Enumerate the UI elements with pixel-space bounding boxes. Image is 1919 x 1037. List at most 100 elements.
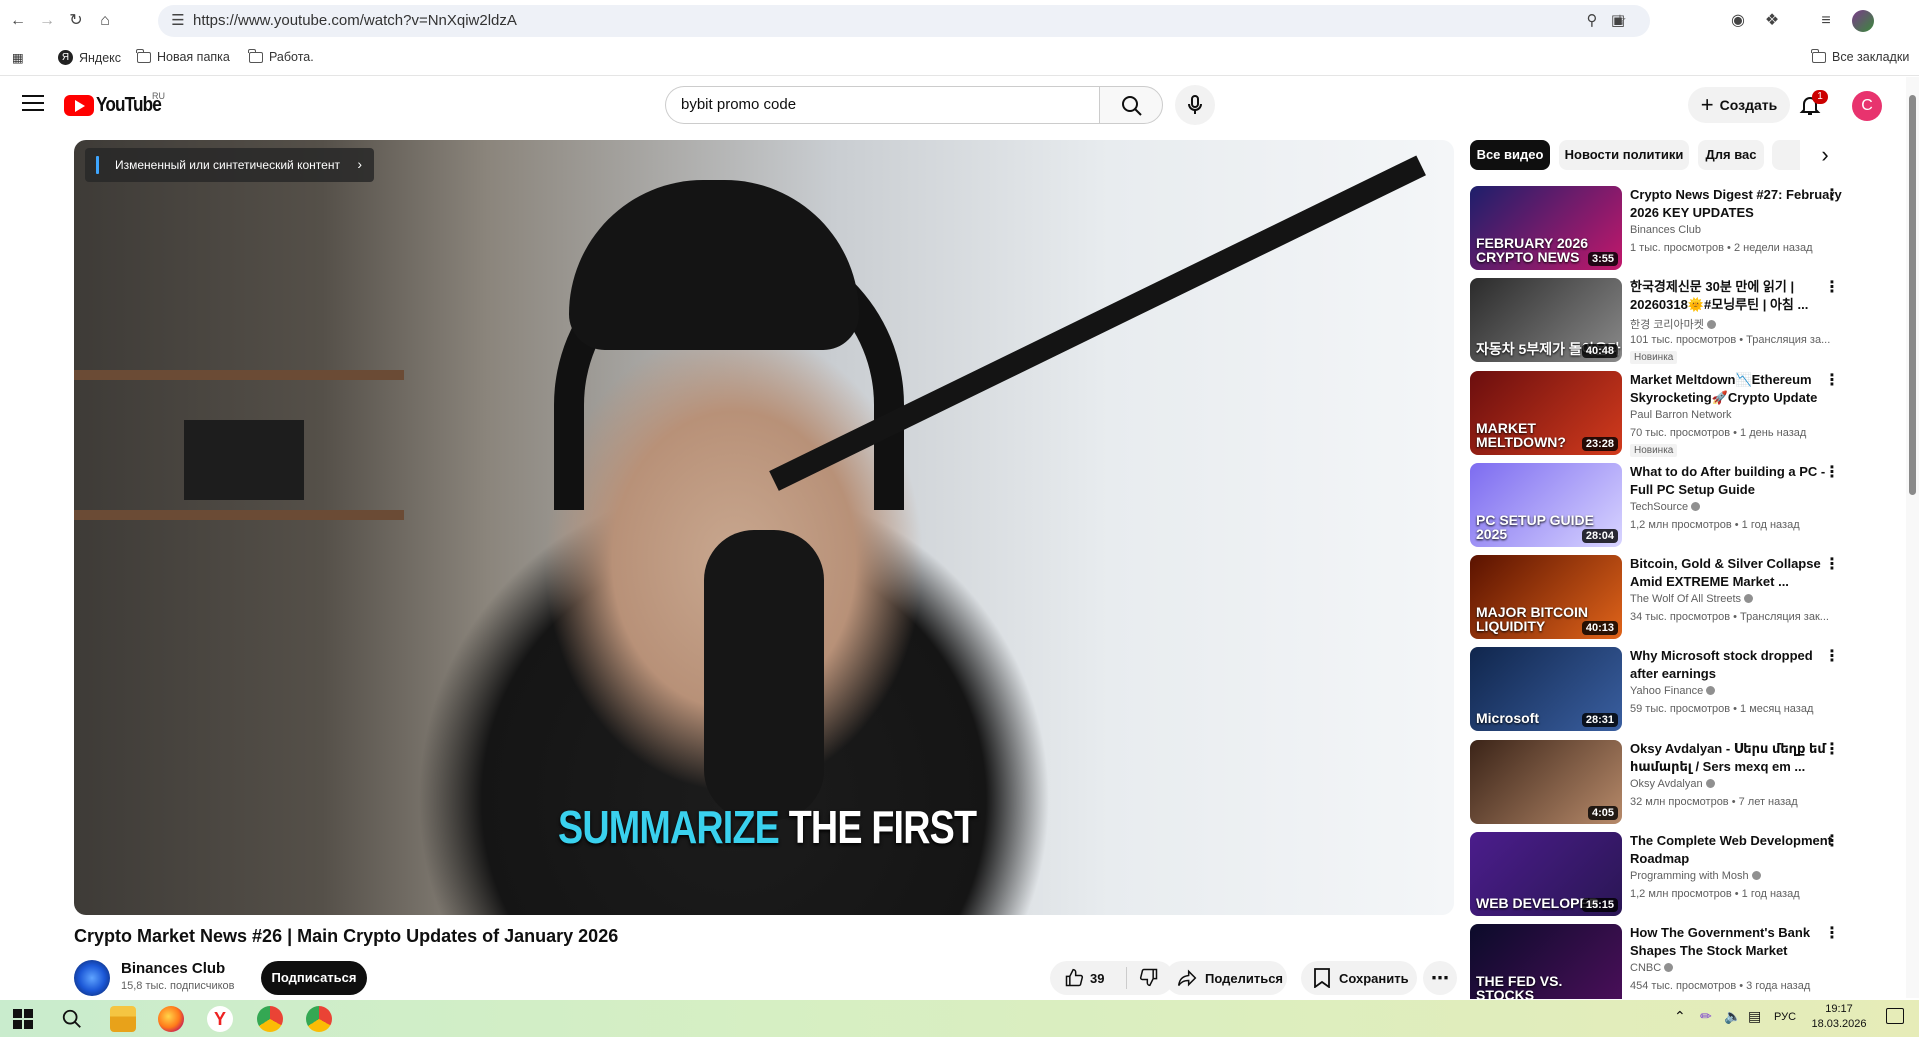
more-vert-icon[interactable]: ⋮ <box>1822 647 1842 667</box>
recommendation-card[interactable]: MAJOR BITCOIN LIQUIDITY 40:13 Bitcoin, Gol… <box>1470 555 1890 639</box>
address-bar[interactable]: ☰ https://www.youtube.com/watch?v=NnXqiw… <box>158 5 1650 37</box>
chip-all-videos[interactable]: Все видео <box>1470 140 1550 170</box>
dislike-button[interactable] <box>1127 967 1159 990</box>
video-thumbnail[interactable]: Microsoft 28:31 <box>1470 647 1622 731</box>
search-icon[interactable] <box>61 1008 83 1030</box>
bookmark-yandex[interactable]: Я Яндекс <box>58 50 121 65</box>
bookmark-star-icon[interactable]: ☆ <box>1610 11 1630 31</box>
card-title[interactable]: How The Government's Bank Shapes The Sto… <box>1630 924 1842 960</box>
synthetic-content-chip[interactable]: Измененный или синтетический контент › <box>85 148 374 182</box>
video-thumbnail[interactable]: WEB DEVELOPER 15:15 <box>1470 832 1622 916</box>
recommendation-card[interactable]: FEBRUARY 2026 CRYPTO NEWS 3:55 Crypto News… <box>1470 186 1890 270</box>
create-button[interactable]: + Создать <box>1688 87 1790 123</box>
card-title[interactable]: Crypto News Digest #27: February 2026 KE… <box>1630 186 1842 222</box>
video-thumbnail[interactable]: MAJOR BITCOIN LIQUIDITY 40:13 <box>1470 555 1622 639</box>
extensions-puzzle-icon[interactable]: ❖ <box>1761 10 1783 32</box>
search-button[interactable] <box>1099 86 1163 124</box>
search-value[interactable]: bybit promo code <box>681 96 796 113</box>
forward-icon[interactable]: → <box>35 9 59 33</box>
card-title[interactable]: Market Meltdown📉Ethereum Skyrocketing🚀Cr… <box>1630 371 1842 407</box>
page-scrollbar[interactable] <box>1906 77 1919 998</box>
card-channel[interactable]: Binances Club <box>1630 224 1701 236</box>
card-channel[interactable]: 한경 코리아마켓 <box>1630 316 1716 332</box>
channel-name[interactable]: Binances Club <box>121 960 225 977</box>
language-indicator[interactable]: РУС <box>1774 1011 1796 1023</box>
volume-icon[interactable]: 🔈 <box>1724 1008 1741 1025</box>
video-thumbnail[interactable]: MARKET MELTDOWN? 23:28 <box>1470 371 1622 455</box>
back-icon[interactable]: ← <box>6 9 30 33</box>
more-vert-icon[interactable]: ⋮ <box>1822 924 1842 944</box>
chip-politics-news[interactable]: Новости политики <box>1559 140 1689 170</box>
more-vert-icon[interactable]: ⋮ <box>1822 278 1842 298</box>
all-bookmarks[interactable]: Все закладки <box>1811 48 1909 64</box>
more-vert-icon[interactable]: ⋮ <box>1822 740 1842 760</box>
clock[interactable]: 19:17 18.03.2026 <box>1804 1003 1874 1030</box>
pen-icon[interactable]: ✏ <box>1700 1008 1712 1025</box>
tray-expand-icon[interactable]: ⌃ <box>1674 1008 1686 1025</box>
account-avatar[interactable]: C <box>1852 91 1882 121</box>
apps-grid-icon[interactable]: ▦ <box>12 50 24 65</box>
menu-icon[interactable] <box>22 95 44 113</box>
reload-icon[interactable]: ↻ <box>64 9 88 33</box>
recommendation-card[interactable]: THE FED VS. STOCKS How The Government's B… <box>1470 924 1890 999</box>
card-title[interactable]: Oksy Avdalyan - Սերս մեղք եմ համարել / S… <box>1630 740 1842 776</box>
video-thumbnail[interactable]: 자동차 5부제가 돌아온다 40:48 <box>1470 278 1622 362</box>
more-vert-icon[interactable]: ⋮ <box>1822 463 1842 483</box>
firefox-icon[interactable] <box>158 1006 184 1032</box>
like-button[interactable]: 39 <box>1050 968 1126 988</box>
card-title[interactable]: 한국경제신문 30분 만에 읽기 | 20260318🌞#모닝루틴 | 아침 .… <box>1630 278 1842 314</box>
card-title[interactable]: The Complete Web Development Roadmap <box>1630 832 1842 868</box>
home-icon[interactable]: ⌂ <box>93 9 117 33</box>
url-text[interactable]: https://www.youtube.com/watch?v=NnXqiw2l… <box>193 12 517 29</box>
video-thumbnail[interactable]: PC SETUP GUIDE 2025 28:04 <box>1470 463 1622 547</box>
video-thumbnail[interactable]: 4:05 <box>1470 740 1622 824</box>
video-thumbnail[interactable]: FEBRUARY 2026 CRYPTO NEWS 3:55 <box>1470 186 1622 270</box>
scrollbar-thumb[interactable] <box>1909 95 1916 495</box>
channel-avatar[interactable] <box>74 960 110 996</box>
card-title[interactable]: Bitcoin, Gold & Silver Collapse Amid EXT… <box>1630 555 1842 591</box>
file-explorer-icon[interactable] <box>110 1006 136 1032</box>
recommendation-card[interactable]: 자동차 5부제가 돌아온다 40:48 한국경제신문 30분 만에 읽기 | 202… <box>1470 278 1890 364</box>
card-channel[interactable]: TechSource <box>1630 501 1701 513</box>
notification-center-icon[interactable] <box>1886 1008 1904 1024</box>
windows-start-icon[interactable] <box>13 1009 33 1029</box>
card-channel[interactable]: CNBC <box>1630 962 1674 974</box>
card-title[interactable]: Why Microsoft stock dropped after earnin… <box>1630 647 1842 683</box>
recommendation-card[interactable]: PC SETUP GUIDE 2025 28:04 What to do After… <box>1470 463 1890 547</box>
chevron-right-icon[interactable]: › <box>1800 140 1850 170</box>
bookmark-new-folder[interactable]: Новая папка <box>136 48 230 64</box>
reading-list-icon[interactable]: ≡ <box>1815 10 1837 32</box>
more-vert-icon[interactable]: ⋮ <box>1822 832 1842 852</box>
extension-de-icon[interactable]: ◉ <box>1727 10 1749 32</box>
recommendation-card[interactable]: MARKET MELTDOWN? 23:28 Market Meltdown📉Eth… <box>1470 371 1890 457</box>
recommendation-card[interactable]: 4:05 Oksy Avdalyan - Սերս մեղք եմ համարել… <box>1470 740 1890 824</box>
more-vert-icon[interactable]: ⋮ <box>1822 186 1842 206</box>
card-channel[interactable]: Paul Barron Network <box>1630 409 1732 421</box>
video-thumbnail[interactable]: THE FED VS. STOCKS <box>1470 924 1622 999</box>
video-player[interactable]: Измененный или синтетический контент › S… <box>74 140 1454 915</box>
card-title[interactable]: What to do After building a PC - Full PC… <box>1630 463 1842 499</box>
yandex-browser-icon[interactable]: Y <box>207 1006 233 1032</box>
profile-avatar-icon[interactable] <box>1852 10 1874 32</box>
more-actions-icon[interactable]: ⋯ <box>1423 961 1457 995</box>
chip-for-you[interactable]: Для вас <box>1698 140 1764 170</box>
card-channel[interactable]: Oksy Avdalyan <box>1630 778 1715 790</box>
recommendation-card[interactable]: WEB DEVELOPER 15:15 The Complete Web Devel… <box>1470 832 1890 916</box>
voice-search-button[interactable] <box>1175 85 1215 125</box>
recommendation-card[interactable]: Microsoft 28:31 Why Microsoft stock droppe… <box>1470 647 1890 731</box>
site-info-icon[interactable]: ☰ <box>168 11 188 31</box>
card-channel[interactable]: The Wolf Of All Streets <box>1630 593 1754 605</box>
bookmark-work[interactable]: Работа. <box>248 48 314 64</box>
card-channel[interactable]: Programming with Mosh <box>1630 870 1761 882</box>
chrome-icon[interactable] <box>306 1006 332 1032</box>
card-channel[interactable]: Yahoo Finance <box>1630 685 1716 697</box>
more-vert-icon[interactable]: ⋮ <box>1822 371 1842 391</box>
save-button[interactable]: Сохранить <box>1301 961 1417 995</box>
subscribe-button[interactable]: Подписаться <box>261 961 367 995</box>
zoom-icon[interactable]: ⚲ <box>1582 11 1602 31</box>
network-icon[interactable]: ▤ <box>1748 1008 1761 1025</box>
share-button[interactable]: Поделиться <box>1165 961 1287 995</box>
search-input[interactable]: bybit promo code × <box>665 86 1139 124</box>
chrome-icon[interactable] <box>257 1006 283 1032</box>
more-vert-icon[interactable]: ⋮ <box>1822 555 1842 575</box>
